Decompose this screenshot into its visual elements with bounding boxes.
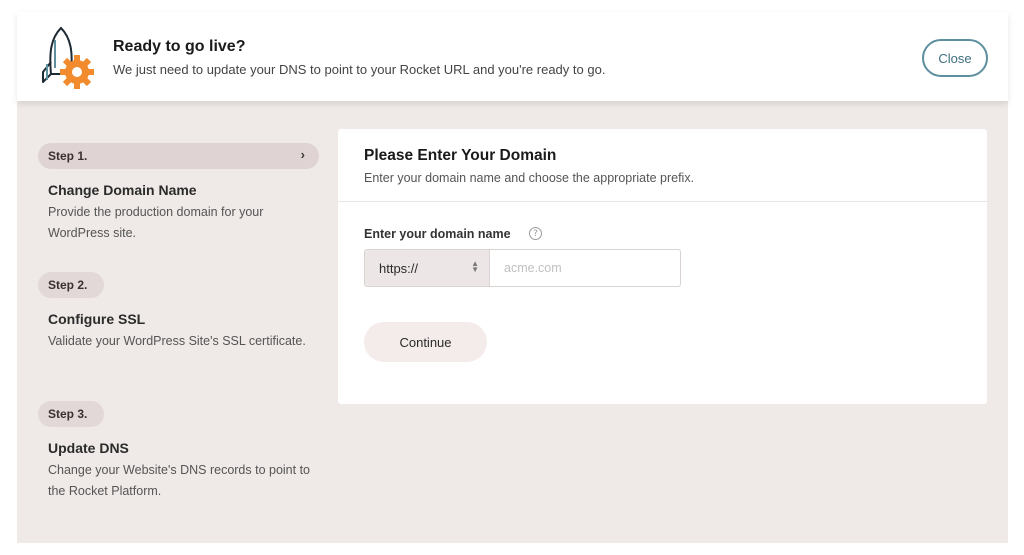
step-2-pill[interactable]: Step 2.: [38, 272, 104, 298]
step-2-title: Configure SSL: [48, 311, 146, 327]
header-subtitle: We just need to update your DNS to point…: [113, 62, 606, 77]
step-1-pill[interactable]: Step 1. ›: [38, 143, 319, 169]
step-2-description: Validate your WordPress Site's SSL certi…: [48, 334, 306, 348]
domain-input[interactable]: [490, 249, 681, 287]
go-live-header: Ready to go live? We just need to update…: [17, 12, 1008, 101]
question-icon[interactable]: ?: [529, 227, 542, 240]
card-title: Please Enter Your Domain: [364, 147, 557, 164]
prefix-select-value: https://: [379, 260, 419, 276]
step-1-label: Step 1.: [48, 149, 88, 163]
continue-button[interactable]: Continue: [364, 322, 487, 362]
step-3-title: Update DNS: [48, 440, 129, 456]
card-subtitle: Enter your domain name and choose the ap…: [364, 171, 695, 185]
step-2-label: Step 2.: [48, 278, 88, 292]
chevron-right-icon: ›: [300, 147, 305, 162]
domain-field-label: Enter your domain name: [364, 227, 511, 241]
close-button[interactable]: Close: [922, 39, 988, 77]
step-1-description: Provide the production domain for your W…: [48, 205, 264, 240]
header-title: Ready to go live?: [113, 38, 246, 55]
domain-card: Please Enter Your Domain Enter your doma…: [338, 129, 987, 404]
prefix-select[interactable]: https:// ▲ ▼: [364, 249, 490, 287]
rocket-gear-icon: [42, 26, 94, 89]
select-arrows-icon: ▲ ▼: [471, 259, 479, 274]
card-divider: [338, 201, 987, 202]
step-3-pill[interactable]: Step 3.: [38, 401, 104, 427]
step-1-title: Change Domain Name: [48, 182, 197, 198]
step-3-label: Step 3.: [48, 407, 88, 421]
step-3-description: Change your Website's DNS records to poi…: [48, 463, 311, 498]
